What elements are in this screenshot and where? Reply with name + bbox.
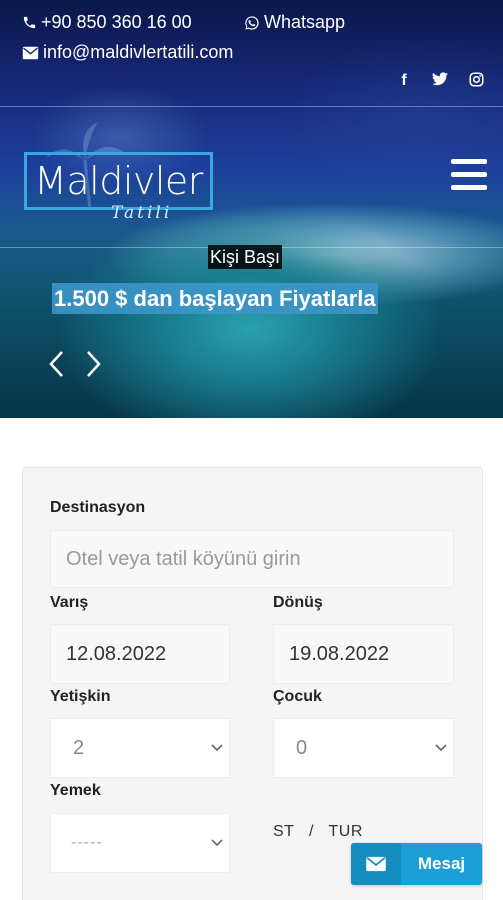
phone-contact[interactable]: +90 850 360 16 00 — [22, 12, 192, 33]
destination-label: Destinasyon — [50, 499, 146, 516]
menu-icon[interactable] — [451, 159, 487, 191]
social-links: f — [395, 72, 485, 92]
children-select[interactable]: 0 — [273, 718, 454, 778]
facebook-icon[interactable]: f — [395, 72, 413, 92]
adults-label: Yetişkin — [50, 688, 111, 705]
return-label: Dönüş — [273, 594, 323, 611]
twitter-icon[interactable] — [431, 72, 449, 92]
instagram-icon[interactable] — [467, 72, 485, 92]
meal-select[interactable]: ----- — [50, 813, 230, 873]
whatsapp-icon — [245, 15, 259, 30]
destination-input[interactable]: Otel veya tatil köyünü girin — [50, 530, 454, 588]
slider-next-icon[interactable] — [83, 350, 103, 378]
return-date-value: 19.08.2022 — [289, 642, 390, 665]
adults-value: 2 — [73, 736, 85, 759]
logo-main-text: Maldivler — [34, 159, 203, 203]
message-button-label: Mesaj — [417, 854, 466, 873]
tour-type-toggle[interactable]: ST / TUR — [273, 823, 363, 841]
arrival-date-value: 12.08.2022 — [66, 642, 167, 665]
adults-select[interactable]: 2 — [50, 718, 230, 778]
hero-headline: 1.500 $ dan başlayan Fiyatlarla — [52, 283, 378, 314]
chevron-down-icon — [211, 744, 223, 752]
phone-number: +90 850 360 16 00 — [41, 12, 192, 32]
whatsapp-label: Whatsapp — [264, 12, 346, 32]
hero-kicker: Kişi Başı — [208, 245, 283, 269]
phone-icon — [23, 16, 36, 29]
tur-option[interactable]: TUR — [329, 823, 363, 840]
arrival-date-field[interactable]: 12.08.2022 — [50, 624, 230, 684]
destination-placeholder: Otel veya tatil köyünü girin — [66, 547, 301, 570]
mail-icon — [351, 843, 401, 885]
site-logo[interactable]: Maldivler Tatili — [24, 152, 213, 223]
meal-label: Yemek — [50, 782, 101, 799]
email-address: info@maldivlertatili.com — [43, 42, 234, 62]
return-date-field[interactable]: 19.08.2022 — [273, 624, 454, 684]
toggle-separator: / — [309, 823, 314, 840]
chevron-down-icon — [435, 744, 447, 752]
arrival-label: Varış — [50, 594, 89, 611]
header-divider — [0, 106, 503, 107]
message-button[interactable]: Mesaj — [351, 843, 482, 885]
chevron-down-icon — [211, 839, 223, 847]
envelope-icon — [22, 46, 39, 59]
children-value: 0 — [296, 736, 308, 759]
hero-banner: +90 850 360 16 00 Whatsapp info@maldivle… — [0, 0, 503, 418]
meal-value: ----- — [71, 834, 103, 851]
slider-prev-icon[interactable] — [47, 350, 67, 378]
email-contact[interactable]: info@maldivlertatili.com — [22, 42, 233, 63]
whatsapp-link[interactable]: Whatsapp — [244, 12, 345, 33]
st-option[interactable]: ST — [273, 823, 294, 840]
logo-sub-text: Tatili — [111, 203, 173, 223]
children-label: Çocuk — [273, 688, 322, 705]
